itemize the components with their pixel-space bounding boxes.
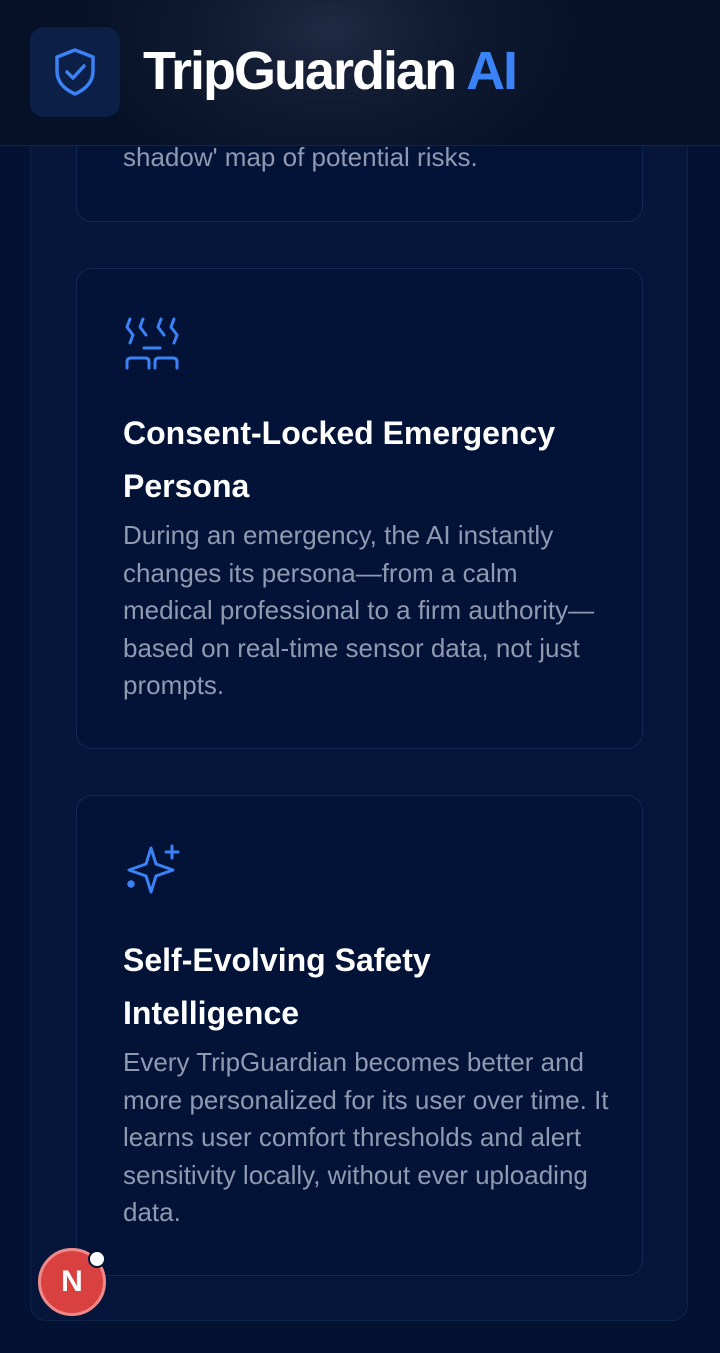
app-header: TripGuardian AI [0, 0, 720, 146]
brand-accent: AI [466, 41, 518, 101]
feature-description: Every TripGuardian becomes better and mo… [123, 1047, 609, 1227]
badge-letter: N [61, 1265, 83, 1298]
notification-dot [88, 1250, 106, 1268]
feature-description: During an emergency, the AI instantly ch… [123, 520, 595, 700]
feature-title: Self-Evolving Safety Intelligence [123, 942, 431, 1031]
persona-masks-icon [123, 315, 181, 373]
shield-check-icon [55, 48, 95, 96]
feature-card-emergency-persona: Consent-Locked Emergency Persona During … [76, 268, 643, 749]
brand-name: TripGuardian [143, 41, 457, 101]
feature-title: Consent-Locked Emergency Persona [123, 415, 556, 504]
brand-title: TripGuardian AI [143, 38, 518, 104]
feature-card-self-evolving: Self-Evolving Safety Intelligence Every … [76, 795, 643, 1276]
sparkles-icon [123, 842, 181, 900]
logo[interactable] [30, 27, 120, 117]
